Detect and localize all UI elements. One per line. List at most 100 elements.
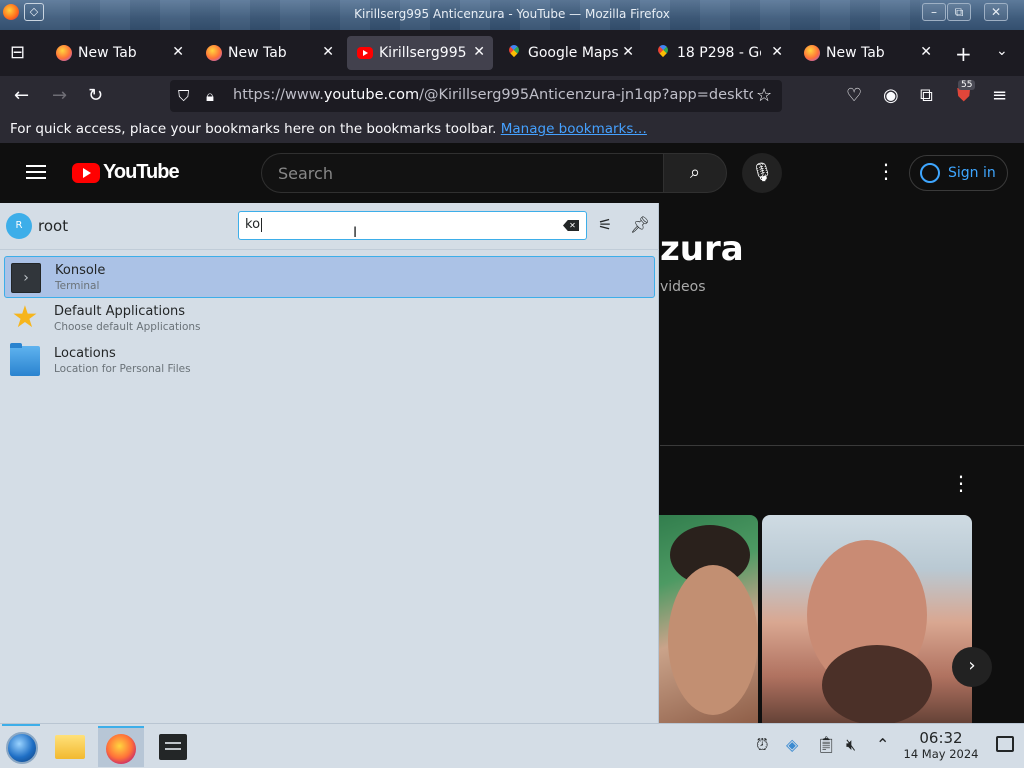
pin-icon[interactable]: 📌︎: [629, 214, 651, 236]
tab-label: New Tab: [78, 45, 137, 61]
alarm-clock-icon[interactable]: ⏰︎: [756, 736, 768, 754]
tab-close-icon[interactable]: ✕: [920, 44, 932, 60]
sign-in-button[interactable]: Sign in: [909, 155, 1008, 191]
divider: [660, 445, 1024, 446]
start-menu-icon: [6, 732, 38, 764]
lock-icon[interactable]: 🔒︎: [206, 86, 214, 106]
shelf-kebab-icon[interactable]: ⋮: [951, 471, 971, 495]
search-query: ko: [245, 217, 263, 232]
pocket-icon[interactable]: ♡: [846, 86, 862, 106]
close-window-button[interactable]: ✕: [984, 3, 1008, 21]
youtube-logo-icon[interactable]: [72, 163, 100, 183]
avatar[interactable]: R: [6, 213, 32, 239]
search-icon[interactable]: ⌕: [663, 153, 727, 193]
clear-input-icon[interactable]: ✕: [563, 220, 579, 231]
search-placeholder: Search: [278, 164, 333, 183]
bookmarks-hint: For quick access, place your bookmarks h…: [10, 121, 497, 137]
url-bar[interactable]: ⛉ 🔒︎ https://www.youtube.com/@Kirillserg…: [170, 80, 782, 112]
tab-close-icon[interactable]: ✕: [172, 44, 184, 60]
chevron-up-icon[interactable]: ⌃: [876, 736, 889, 754]
tab-new-tab-1[interactable]: New Tab ✕: [46, 36, 192, 70]
task-firefox[interactable]: [98, 726, 144, 767]
google-maps-icon: [655, 45, 671, 61]
result-subtitle: Terminal: [55, 280, 100, 292]
new-tab-plus-icon[interactable]: +: [955, 42, 972, 66]
tab-label: New Tab: [228, 45, 287, 61]
extension-badge: 55: [958, 80, 976, 90]
back-arrow-icon[interactable]: ←: [14, 86, 29, 106]
url-text[interactable]: https://www.youtube.com/@Kirillserg995An…: [233, 87, 753, 103]
youtube-logo-text[interactable]: YouTube: [103, 161, 180, 184]
reload-icon[interactable]: ↻: [88, 86, 103, 106]
microphone-icon[interactable]: 🎙︎: [742, 153, 782, 193]
tracking-shield-icon[interactable]: ⛉: [178, 86, 189, 106]
firefox-icon: [56, 45, 72, 61]
firefox-icon: [106, 734, 136, 764]
result-title: Default Applications: [54, 304, 186, 319]
url-prefix: https://www.: [233, 87, 324, 103]
user-circle-icon: [920, 163, 940, 183]
manage-bookmarks-link[interactable]: Manage bookmarks…: [501, 121, 647, 137]
firefox-view-icon[interactable]: ⊟: [10, 42, 25, 63]
channel-title: zura: [660, 229, 744, 269]
forward-arrow-icon[interactable]: →: [52, 86, 67, 106]
volume-muted-icon[interactable]: 🔇︎: [846, 736, 856, 754]
tab-youtube[interactable]: Kirillserg995 ✕: [347, 36, 493, 70]
result-default-applications[interactable]: ★ Default Applications Choose default Ap…: [4, 298, 655, 340]
firefox-icon: [804, 45, 820, 61]
youtube-icon: [357, 47, 373, 59]
firefox-icon: [206, 45, 222, 61]
result-title: Locations: [54, 346, 116, 361]
tab-label: 18 P298 - Goo: [677, 45, 761, 61]
result-konsole[interactable]: › Konsole Terminal: [4, 256, 655, 298]
clock-time: 06:32: [919, 729, 963, 747]
video-thumbnail[interactable]: [762, 515, 972, 725]
divider: [0, 249, 659, 250]
show-desktop-icon[interactable]: [996, 736, 1014, 752]
tab-google-maps[interactable]: Google Maps ✕: [496, 36, 642, 70]
application-launcher[interactable]: [0, 726, 46, 767]
digital-clock[interactable]: 06:32 14 May 2024: [900, 729, 982, 762]
result-subtitle: Choose default Applications: [54, 321, 201, 333]
tab-close-icon[interactable]: ✕: [622, 44, 634, 60]
krunner-panel: R root ko ✕ I ⚟ 📌︎ › Konsole Terminal ★ …: [0, 203, 659, 723]
url-domain: youtube.com: [323, 87, 420, 103]
list-tabs-chevron-icon[interactable]: ⌄: [996, 43, 1008, 59]
url-path: /@Kirillserg995Anticenzura-jn1qp?app=des…: [419, 87, 753, 103]
user-name: root: [38, 217, 69, 235]
window-title: Kirillserg995 Anticenzura - YouTube — Mo…: [354, 7, 670, 21]
account-icon[interactable]: ◉: [883, 86, 899, 106]
tab-new-tab-2[interactable]: New Tab ✕: [196, 36, 342, 70]
tab-label: New Tab: [826, 45, 885, 61]
bookmark-star-icon[interactable]: ☆: [756, 86, 772, 106]
app-menu-icon[interactable]: ≡: [992, 86, 1007, 106]
configure-sliders-icon[interactable]: ⚟: [594, 214, 616, 236]
tab-p298[interactable]: 18 P298 - Goo ✕: [645, 36, 791, 70]
task-file-manager[interactable]: [48, 726, 94, 767]
settings-kebab-icon[interactable]: ⋮: [876, 161, 896, 181]
network-icon[interactable]: ◈: [786, 736, 798, 754]
tab-close-icon[interactable]: ✕: [771, 44, 783, 60]
task-terminal[interactable]: [150, 726, 196, 767]
konsole-icon: ›: [11, 263, 41, 293]
result-locations[interactable]: Locations Location for Personal Files: [4, 340, 655, 382]
navigation-toolbar: ← → ↻ ⛉ 🔒︎ https://www.youtube.com/@Kiri…: [0, 76, 1024, 116]
maximize-button[interactable]: ⧉: [947, 3, 971, 21]
tab-close-icon[interactable]: ✕: [473, 44, 485, 60]
next-arrow-icon[interactable]: ›: [952, 647, 992, 687]
clipboard-icon[interactable]: 📋︎: [816, 736, 836, 754]
guide-menu-icon[interactable]: [26, 165, 46, 179]
youtube-search-input[interactable]: Search: [261, 153, 663, 193]
tab-close-icon[interactable]: ✕: [322, 44, 334, 60]
krunner-search-input[interactable]: ko ✕: [238, 211, 587, 240]
tab-bar: ⊟ New Tab ✕ New Tab ✕ Kirillserg995 ✕ Go…: [0, 30, 1024, 76]
sign-in-label: Sign in: [948, 165, 996, 181]
thumbnail-face: [668, 565, 758, 715]
taskbar: ⏰︎ ◈ 📋︎ 🔇︎ ⌃ 06:32 14 May 2024: [0, 723, 1024, 768]
clock-date: 14 May 2024: [903, 747, 979, 761]
terminal-icon: [159, 734, 187, 760]
extensions-puzzle-icon[interactable]: ⧉: [920, 86, 933, 106]
tab-new-tab-3[interactable]: New Tab ✕: [794, 36, 940, 70]
folder-icon: [10, 343, 40, 376]
minimize-button[interactable]: –: [922, 3, 946, 21]
